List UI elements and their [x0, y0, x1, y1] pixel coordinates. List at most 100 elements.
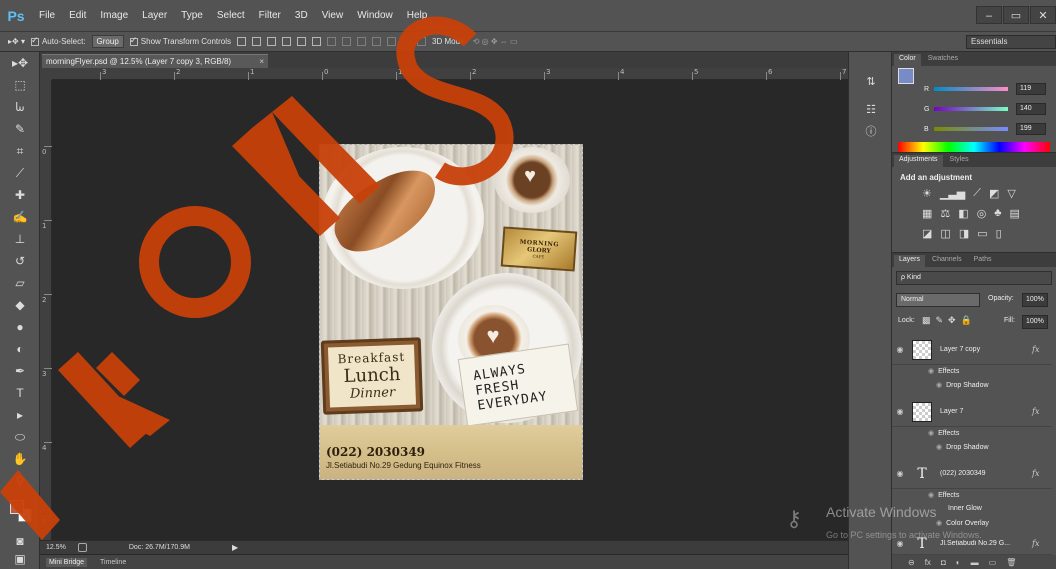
menu-3d[interactable]: 3D — [288, 10, 315, 21]
new-adjustment-icon[interactable]: ◐ — [956, 558, 961, 567]
effect-item[interactable]: ◉ Drop Shadow — [892, 443, 1052, 457]
menu-type[interactable]: Type — [174, 10, 210, 21]
tab-timeline[interactable]: Timeline — [97, 558, 129, 567]
ellipse-tool-icon[interactable]: ⬭ — [0, 426, 40, 448]
add-mask-icon[interactable]: ◘ — [941, 558, 946, 567]
vibrance-icon[interactable]: ▽ — [1007, 187, 1015, 200]
auto-align-icon[interactable] — [417, 37, 427, 46]
align-bottom-icon[interactable] — [267, 37, 277, 46]
document-tab-close-icon[interactable]: × — [259, 55, 264, 68]
new-layer-icon[interactable]: ▭ — [989, 558, 997, 567]
screen-mode-icon[interactable]: ▣ — [0, 548, 40, 569]
document-tab[interactable]: morningFlyer.psd @ 12.5% (Layer 7 copy 3… — [42, 54, 268, 68]
paint-bucket-tool-icon[interactable]: ◆ — [0, 294, 40, 316]
layer-row[interactable]: ◉ T (022) 2030349 fx — [892, 459, 1052, 489]
auto-select-dropdown[interactable]: Group — [91, 35, 124, 48]
brightness-icon[interactable]: ☀ — [922, 187, 932, 200]
type-tool-icon[interactable]: T — [0, 382, 40, 404]
dodge-tool-icon[interactable]: ◐ — [0, 338, 40, 360]
menu-select[interactable]: Select — [210, 10, 252, 21]
menu-filter[interactable]: Filter — [252, 10, 288, 21]
canvas-area[interactable]: ♥ ♥ MORNING GLORY CAFE Breakfast Lunch D… — [52, 80, 848, 540]
menu-file[interactable]: File — [32, 10, 62, 21]
align-right-icon[interactable] — [312, 37, 322, 46]
curves-icon[interactable]: ⟋ — [973, 187, 981, 200]
clone-stamp-tool-icon[interactable]: ⊥ — [0, 228, 40, 250]
align-left-icon[interactable] — [282, 37, 292, 46]
selective-color-icon[interactable]: ▯ — [996, 227, 1002, 240]
distribute-right-icon[interactable] — [402, 37, 412, 46]
menu-image[interactable]: Image — [93, 10, 135, 21]
black-white-icon[interactable]: ◧ — [958, 207, 968, 220]
fx-icon[interactable]: fx — [1032, 469, 1039, 478]
flyer-artboard[interactable]: ♥ ♥ MORNING GLORY CAFE Breakfast Lunch D… — [319, 144, 583, 480]
distribute-bottom-icon[interactable] — [357, 37, 367, 46]
levels-icon[interactable]: ▁▃▅ — [940, 187, 965, 200]
color-balance-icon[interactable]: ⚖ — [940, 207, 950, 220]
fx-icon[interactable]: fx — [1032, 539, 1039, 548]
delete-layer-icon[interactable]: 🗑 — [1006, 558, 1016, 567]
menu-help[interactable]: Help — [400, 10, 435, 21]
tab-adjustments[interactable]: Adjustments — [894, 155, 943, 167]
menu-edit[interactable]: Edit — [62, 10, 93, 21]
posterize-icon[interactable]: ◫ — [940, 227, 950, 240]
workspace-switcher[interactable]: Essentials — [966, 35, 1056, 49]
effects-group[interactable]: ◉ Effects — [892, 429, 1052, 443]
move-tool-preset[interactable]: ▸✥ ▾ — [8, 37, 25, 46]
fx-icon[interactable]: fx — [1032, 345, 1039, 354]
fx-icon[interactable]: fx — [1032, 407, 1039, 416]
layer-name[interactable]: Layer 7 — [940, 408, 1030, 415]
layer-name[interactable]: Jl.Setiabudi No.29 G... — [940, 540, 1030, 547]
auto-select-option[interactable]: Auto-Select: — [30, 35, 86, 46]
distribute-left-icon[interactable] — [372, 37, 382, 46]
new-group-icon[interactable]: ▬ — [971, 558, 979, 567]
marquee-tool-icon[interactable]: ⬚ — [0, 74, 40, 96]
align-top-icon[interactable] — [237, 37, 247, 46]
distribute-top-icon[interactable] — [327, 37, 337, 46]
blur-tool-icon[interactable]: ● — [0, 316, 40, 338]
close-button[interactable]: ✕ — [1030, 6, 1056, 24]
zoom-level[interactable]: 12.5% — [46, 544, 66, 551]
gradient-map-icon[interactable]: ▭ — [977, 227, 987, 240]
effects-group[interactable]: ◉ Effects — [892, 491, 1052, 505]
link-layers-icon[interactable]: ⊖ — [908, 558, 915, 567]
show-transform-option[interactable]: Show Transform Controls — [129, 35, 231, 46]
status-info-icon[interactable] — [77, 543, 87, 552]
history-brush-tool-icon[interactable]: ↺ — [0, 250, 40, 272]
path-select-tool-icon[interactable]: ▸ — [0, 404, 40, 426]
foreground-color-swatch[interactable] — [10, 500, 24, 514]
tab-layers[interactable]: Layers — [894, 255, 926, 267]
layer-name[interactable]: Layer 7 copy — [940, 346, 1030, 353]
status-menu-arrow-icon[interactable]: ▶ — [232, 543, 238, 552]
3d-mode-icons[interactable]: ⟲ ◎ ✥ ⇔ ▭ — [473, 37, 518, 46]
horizontal-ruler[interactable]: 3 2 1 0 1 2 3 4 5 6 7 — [52, 68, 848, 80]
menu-layer[interactable]: Layer — [135, 10, 174, 21]
photo-filter-icon[interactable]: ◎ — [977, 207, 987, 220]
ruler-origin[interactable] — [40, 68, 52, 80]
distribute-hcenter-icon[interactable] — [387, 37, 397, 46]
show-transform-checkbox[interactable] — [129, 35, 138, 46]
brush-tool-icon[interactable]: ✍ — [0, 206, 40, 228]
fill-field[interactable]: 100% — [1022, 315, 1048, 329]
hue-saturation-icon[interactable]: ▦ — [922, 207, 932, 220]
tab-paths[interactable]: Paths — [969, 255, 997, 267]
layer-row[interactable]: ◉ Layer 7 fx — [892, 397, 1052, 427]
invert-icon[interactable]: ◪ — [922, 227, 932, 240]
tab-mini-bridge[interactable]: Mini Bridge — [46, 557, 88, 567]
color-fg-preview[interactable] — [898, 68, 914, 84]
eraser-tool-icon[interactable]: ▱ — [0, 272, 40, 294]
opacity-field[interactable]: 100% — [1022, 293, 1048, 307]
healing-brush-tool-icon[interactable]: ✚ — [0, 184, 40, 206]
zoom-tool-icon[interactable]: ⚲ — [0, 470, 40, 492]
r-slider[interactable] — [934, 87, 1008, 91]
effects-group[interactable]: ◉ Effects — [892, 367, 1052, 381]
color-swatches[interactable] — [10, 500, 34, 524]
vertical-ruler[interactable]: 0 1 2 3 4 5 — [40, 80, 52, 540]
blend-mode-dropdown[interactable]: Normal — [896, 293, 980, 307]
align-vcenter-icon[interactable] — [252, 37, 262, 46]
properties-panel-icon[interactable]: ☷ — [849, 98, 893, 120]
b-value[interactable]: 199 — [1016, 123, 1046, 135]
auto-select-checkbox[interactable] — [30, 35, 39, 46]
layer-row[interactable]: ◉ Layer 7 copy fx — [892, 335, 1052, 365]
quick-select-tool-icon[interactable]: ✎ — [0, 118, 40, 140]
